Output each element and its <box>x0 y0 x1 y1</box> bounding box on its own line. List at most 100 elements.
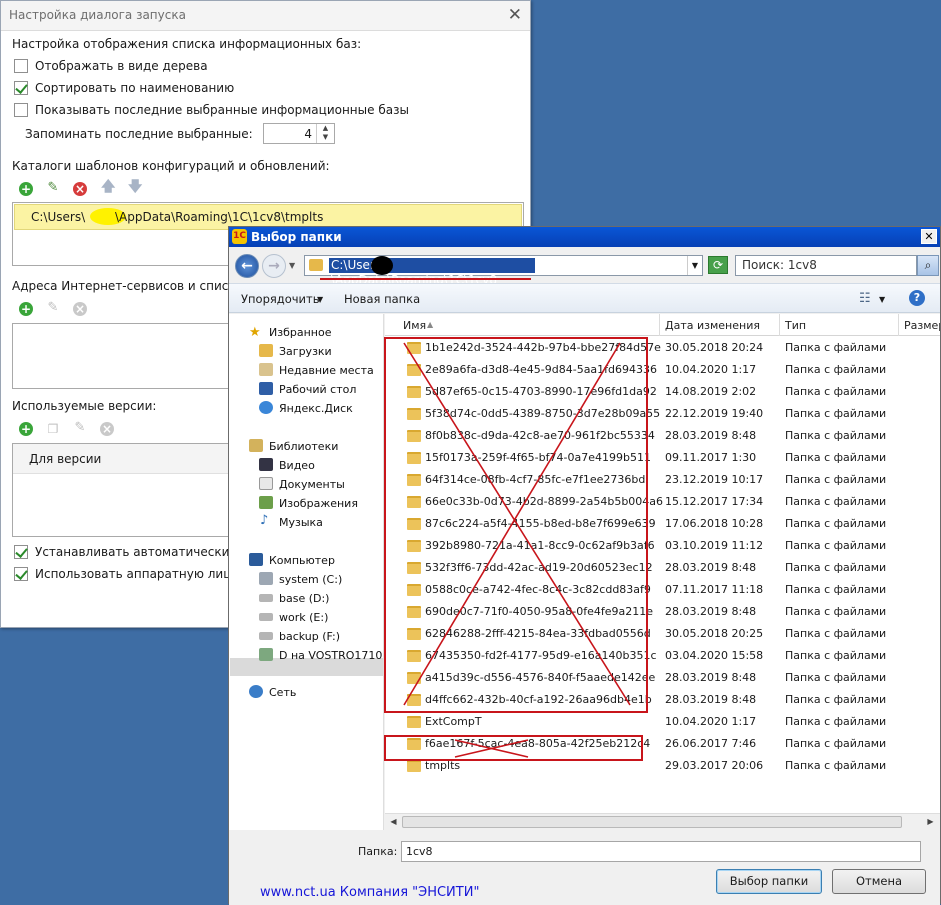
table-row[interactable]: 5d87ef65-0c15-4703-8990-17e96fd1da92 14.0… <box>385 381 940 403</box>
column-separator[interactable] <box>659 314 660 336</box>
sort-by-name-checkbox[interactable] <box>14 81 28 95</box>
folder-name-cell: 0588c0ce-a742-4fec-8c4c-3c82cdd83af9 <box>425 583 651 596</box>
address-dropdown-icon[interactable]: ▼ <box>687 256 702 275</box>
close-icon[interactable]: ✕ <box>508 5 522 25</box>
scroll-right-icon[interactable]: ▶ <box>923 815 938 829</box>
type-cell: Папка с файлами <box>785 583 887 596</box>
table-row[interactable]: d4ffc662-432b-40cf-a192-26aa96db4e1b 28.0… <box>385 689 940 711</box>
table-row[interactable]: 62846288-2fff-4215-84ea-33fdbad0556d 30.0… <box>385 623 940 645</box>
search-input[interactable]: Поиск: 1cv8 <box>735 255 917 276</box>
nav-recent[interactable]: Недавние места <box>279 364 374 377</box>
table-row[interactable]: 0588c0ce-a742-4fec-8c4c-3c82cdd83af9 07.1… <box>385 579 940 601</box>
show-recent-checkbox[interactable] <box>14 103 28 117</box>
horizontal-scrollbar[interactable]: ◀ ▶ <box>385 813 940 830</box>
table-row[interactable]: 690de0c7-71f0-4050-95a8-0fe4fe9a211e 28.0… <box>385 601 940 623</box>
type-cell: Папка с файлами <box>785 605 887 618</box>
column-type[interactable]: Тип <box>785 319 806 332</box>
nav-documents[interactable]: Документы <box>279 478 345 491</box>
remember-count-stepper[interactable]: 4 ▲ ▼ <box>263 123 335 144</box>
type-cell: Папка с файлами <box>785 363 887 376</box>
folder-select-dialog: 1C Выбор папки ✕ ← → ▼ C:\Users\\AppData… <box>228 226 941 905</box>
hardware-license-checkbox[interactable] <box>14 567 28 581</box>
nav-music[interactable]: Музыка <box>279 516 323 529</box>
nav-yandex-disk[interactable]: Яндекс.Диск <box>279 402 353 415</box>
select-folder-button[interactable]: Выбор папки <box>716 869 822 894</box>
tree-view-checkbox[interactable] <box>14 59 28 73</box>
modified-date-cell: 28.03.2019 8:48 <box>665 671 757 684</box>
move-up-icon[interactable]: 🡅 <box>101 180 115 194</box>
table-row[interactable]: 67435350-fd2f-4177-95d9-e16a140b351c 03.0… <box>385 645 940 667</box>
stepper-arrows[interactable]: ▲ ▼ <box>316 124 334 143</box>
type-cell: Папка с файлами <box>785 627 887 640</box>
nav-downloads[interactable]: Загрузки <box>279 345 332 358</box>
modified-date-cell: 26.06.2017 7:46 <box>665 737 757 750</box>
music-icon: ♪ <box>260 513 269 528</box>
table-row[interactable]: tmplts 29.03.2017 20:06 Папка с файлами <box>385 755 940 777</box>
type-cell: Папка с файлами <box>785 715 887 728</box>
edit-pencil-icon[interactable]: ✎ <box>46 181 60 195</box>
table-row[interactable]: a415d39c-d556-4576-840f-f5aaede142ee 28.0… <box>385 667 940 689</box>
column-separator[interactable] <box>898 314 899 336</box>
table-row[interactable]: 532f3ff6-73dd-42ac-ad19-20d60523ec12 28.0… <box>385 557 940 579</box>
table-row[interactable]: 5f38d74c-0dd5-4389-8750-3d7e28b09a55 22.1… <box>385 403 940 425</box>
nav-libraries[interactable]: Библиотеки <box>269 440 338 453</box>
column-name[interactable]: Имя <box>403 319 426 332</box>
back-arrow-icon[interactable]: ← <box>235 254 259 278</box>
table-row[interactable]: 1b1e242d-3524-442b-97b4-bbe27f84d57e 30.0… <box>385 337 940 359</box>
folder-name-cell: 1b1e242d-3524-442b-97b4-bbe27f84d57e <box>425 341 661 354</box>
nav-video[interactable]: Видео <box>279 459 315 472</box>
add-icon[interactable]: + <box>19 182 33 196</box>
table-row[interactable]: 64f314ce-08fb-4cf7-85fc-e7f1ee2736bd 23.1… <box>385 469 940 491</box>
table-row[interactable]: 87c6c224-a5f4-4155-b8ed-b8e7f699e639 17.0… <box>385 513 940 535</box>
delete-icon[interactable]: × <box>73 182 87 196</box>
video-icon <box>259 458 273 471</box>
nav-favorites[interactable]: Избранное <box>269 326 331 339</box>
nav-network-drive[interactable]: D на VOSTRO1710 <box>279 649 382 662</box>
organize-button[interactable]: Упорядочить <box>241 292 320 306</box>
table-row[interactable]: ExtCompT 10.04.2020 1:17 Папка с файлами <box>385 711 940 733</box>
auto-install-checkbox[interactable] <box>14 545 28 559</box>
column-separator[interactable] <box>779 314 780 336</box>
column-date[interactable]: Дата изменения <box>665 319 760 332</box>
nav-desktop[interactable]: Рабочий стол <box>279 383 356 396</box>
close-icon[interactable]: ✕ <box>921 229 937 244</box>
table-row[interactable]: 66e0c33b-0d73-4b2d-8899-2a54b5b004a6 15.1… <box>385 491 940 513</box>
view-dropdown-icon[interactable]: ▼ <box>879 295 885 304</box>
table-row[interactable]: 392b8980-721a-41a1-8cc9-0c62af9b3af6 03.1… <box>385 535 940 557</box>
remember-count-value: 4 <box>304 127 312 141</box>
address-field[interactable]: C:\Users\\AppData\Roaming\1C\1cv8 ▼ <box>304 255 703 287</box>
auto-install-label: Устанавливать автоматически н <box>35 545 242 559</box>
scroll-thumb[interactable] <box>402 816 902 828</box>
table-row[interactable]: 15f0173a-259f-4f65-bf74-0a7e4199b511 09.1… <box>385 447 940 469</box>
nav-drive-c[interactable]: system (C:) <box>279 573 342 586</box>
view-options-icon[interactable]: ☷ <box>859 291 871 306</box>
nav-network[interactable]: Сеть <box>269 686 296 699</box>
folder-name-cell: 15f0173a-259f-4f65-bf74-0a7e4199b511 <box>425 451 651 464</box>
web-services-heading: Адреса Интернет-сервисов и списк <box>12 279 236 293</box>
cancel-button[interactable]: Отмена <box>832 869 926 894</box>
forward-arrow-icon[interactable]: → <box>262 254 286 278</box>
history-dropdown-icon[interactable]: ▼ <box>289 261 295 270</box>
new-folder-button[interactable]: Новая папка <box>344 292 420 306</box>
table-row[interactable]: 2e89a6fa-d3d8-4e45-9d84-5aa1fd694336 10.0… <box>385 359 940 381</box>
type-cell: Папка с файлами <box>785 693 887 706</box>
table-row[interactable]: 8f0b838c-d9da-42c8-ae70-961f2bc55334 28.0… <box>385 425 940 447</box>
nav-drive-e[interactable]: work (E:) <box>279 611 328 624</box>
column-size[interactable]: Размер <box>904 319 940 332</box>
refresh-icon[interactable]: ⟳ <box>708 256 728 274</box>
redaction-mark <box>371 256 393 275</box>
add-icon[interactable]: + <box>19 302 33 316</box>
nav-computer[interactable]: Компьютер <box>269 554 335 567</box>
help-icon[interactable]: ? <box>909 290 925 306</box>
folder-name-input[interactable]: 1cv8 <box>401 841 921 862</box>
nav-images[interactable]: Изображения <box>279 497 358 510</box>
search-icon[interactable]: ⌕ <box>917 255 939 276</box>
nav-drive-d[interactable]: base (D:) <box>279 592 329 605</box>
move-down-icon[interactable]: 🡇 <box>128 180 142 194</box>
scroll-left-icon[interactable]: ◀ <box>386 815 401 829</box>
folder-name-cell: 8f0b838c-d9da-42c8-ae70-961f2bc55334 <box>425 429 655 442</box>
table-row[interactable]: f6ae167f-5cac-4ea8-805a-42f25eb212c4 26.0… <box>385 733 940 755</box>
nav-drive-f[interactable]: backup (F:) <box>279 630 340 643</box>
organize-dropdown-icon[interactable]: ▼ <box>317 295 323 304</box>
add-icon[interactable]: + <box>19 422 33 436</box>
